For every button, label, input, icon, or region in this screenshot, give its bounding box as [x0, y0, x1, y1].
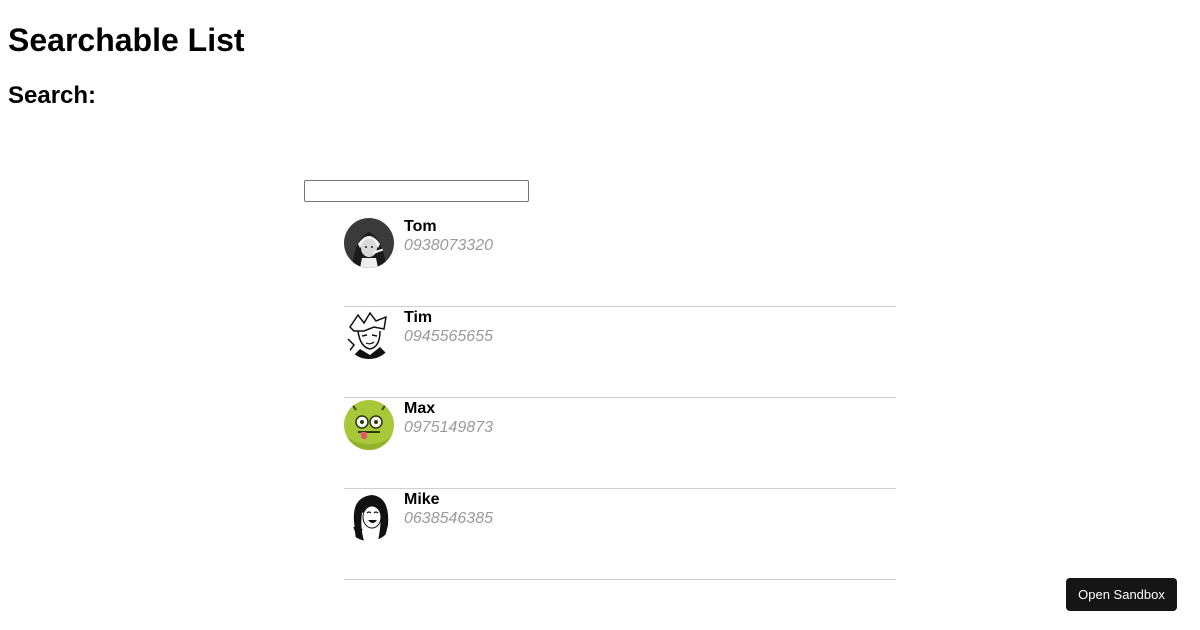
search-label: Search:: [8, 82, 97, 109]
search-input[interactable]: [304, 180, 529, 202]
list-item[interactable]: Tom 0938073320: [344, 216, 896, 307]
page: Searchable List Search: Tom 0938073320 T…: [0, 0, 1200, 630]
list-item[interactable]: Max 0975149873: [344, 398, 896, 489]
contact-phone: 0975149873: [404, 419, 493, 436]
contact-phone: 0938073320: [404, 237, 493, 254]
contact-name: Tim: [404, 309, 433, 326]
contact-name: Mike: [404, 491, 440, 508]
page-title: Searchable List: [8, 22, 245, 58]
open-sandbox-button[interactable]: Open Sandbox: [1066, 578, 1177, 611]
contact-phone: 0945565655: [404, 328, 493, 345]
list-item[interactable]: Tim 0945565655: [344, 307, 896, 398]
contact-list: Tom 0938073320 Tim 0945565655 Max 097514…: [344, 216, 896, 580]
contact-name: Max: [404, 400, 436, 417]
contact-phone: 0638546385: [404, 510, 493, 527]
manga-girl-avatar-icon: [344, 491, 394, 541]
contact-name: Tom: [404, 218, 437, 235]
nun-avatar-icon: [344, 218, 394, 268]
manga-boy-avatar-icon: [344, 309, 394, 359]
list-item[interactable]: Mike 0638546385: [344, 489, 896, 580]
green-monster-avatar-icon: [344, 400, 394, 450]
